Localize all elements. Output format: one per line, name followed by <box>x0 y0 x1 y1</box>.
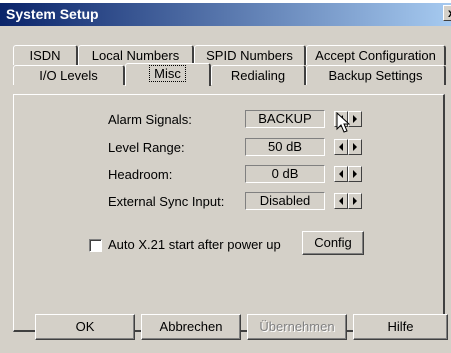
level-range-value: 50 dB <box>245 138 325 156</box>
title-bar: System Setup x <box>0 3 451 26</box>
dialog-client: ISDN Local Numbers SPID Numbers Accept C… <box>0 26 451 353</box>
tab-isdn[interactable]: ISDN <box>13 45 78 65</box>
arrow-left-icon <box>339 197 343 205</box>
level-range-increase-button[interactable] <box>348 139 362 155</box>
tab-label: Backup Settings <box>328 68 423 83</box>
apply-button[interactable]: Übernehmen <box>247 314 347 340</box>
cancel-button[interactable]: Abbrechen <box>141 314 241 340</box>
external-sync-increase-button[interactable] <box>348 193 362 209</box>
headroom-value: 0 dB <box>245 165 325 183</box>
external-sync-decrease-button[interactable] <box>334 193 348 209</box>
arrow-right-icon <box>353 170 357 178</box>
tab-label: I/O Levels <box>39 68 98 83</box>
external-sync-value: Disabled <box>245 192 325 210</box>
help-button[interactable]: Hilfe <box>353 314 448 340</box>
headroom-label: Headroom: <box>108 167 173 182</box>
ok-button[interactable]: OK <box>35 314 135 340</box>
tab-label: SPID Numbers <box>206 48 293 63</box>
headroom-decrease-button[interactable] <box>334 166 348 182</box>
alarm-signals-value: BACKUP <box>245 110 325 128</box>
headroom-increase-button[interactable] <box>348 166 362 182</box>
tab-label: Redialing <box>230 68 286 83</box>
arrow-left-icon <box>339 170 343 178</box>
level-range-decrease-button[interactable] <box>334 139 348 155</box>
arrow-right-icon <box>353 143 357 151</box>
config-button[interactable]: Config <box>302 231 364 255</box>
arrow-right-icon <box>353 197 357 205</box>
tab-label: Misc <box>149 65 186 82</box>
arrow-left-icon <box>339 143 343 151</box>
tab-redialing[interactable]: Redialing <box>211 65 306 85</box>
auto-x21-checkbox[interactable] <box>89 239 102 252</box>
tab-accept-configuration[interactable]: Accept Configuration <box>306 45 446 65</box>
window-title: System Setup <box>6 6 99 22</box>
tab-label: Accept Configuration <box>315 48 436 63</box>
level-range-label: Level Range: <box>108 140 185 155</box>
tab-label: Local Numbers <box>91 48 180 63</box>
tab-backup-settings[interactable]: Backup Settings <box>306 65 446 85</box>
alarm-signals-label: Alarm Signals: <box>108 112 192 127</box>
arrow-right-icon <box>353 115 357 123</box>
tab-label: ISDN <box>29 48 61 63</box>
tab-misc[interactable]: Misc <box>125 63 211 86</box>
alarm-signals-increase-button[interactable] <box>348 111 362 127</box>
external-sync-label: External Sync Input: <box>108 194 225 209</box>
system-setup-dialog: System Setup x ISDN Local Numbers SPID N… <box>0 0 451 353</box>
close-button[interactable]: x <box>443 5 451 21</box>
mouse-cursor-icon <box>336 112 350 133</box>
tab-spid-numbers[interactable]: SPID Numbers <box>194 45 306 65</box>
tab-io-levels[interactable]: I/O Levels <box>13 65 125 85</box>
auto-x21-label[interactable]: Auto X.21 start after power up <box>108 237 281 252</box>
misc-panel: Alarm Signals: BACKUP Level Range: 50 dB… <box>13 94 445 332</box>
tab-local-numbers[interactable]: Local Numbers <box>78 45 194 65</box>
